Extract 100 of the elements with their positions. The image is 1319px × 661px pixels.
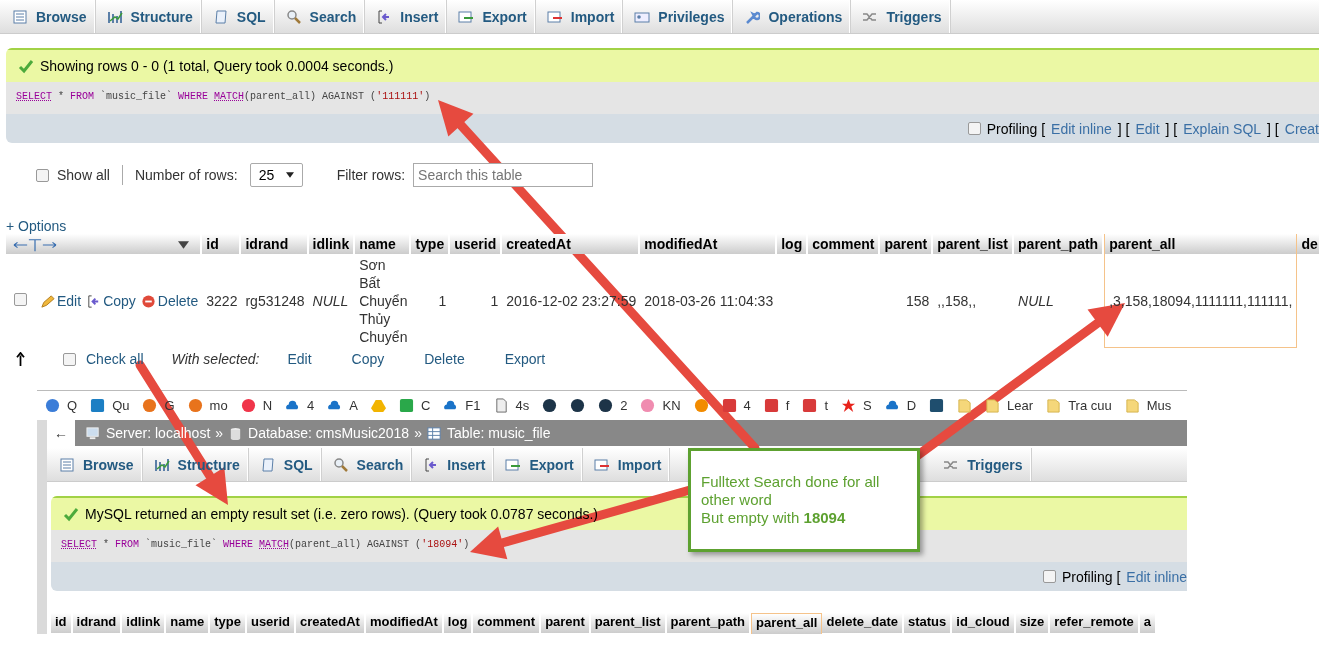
bookmark-square-icon[interactable] <box>721 398 737 413</box>
tab[interactable]: Triggers <box>931 448 1031 481</box>
column-header[interactable]: size <box>1015 613 1051 633</box>
bookmark-label[interactable]: Q <box>67 398 78 413</box>
column-header[interactable]: idlink <box>122 613 167 633</box>
tab[interactable]: Import <box>534 0 623 33</box>
bookmark-folder-icon[interactable] <box>985 398 1001 413</box>
tab[interactable]: Structure <box>94 0 201 33</box>
tab[interactable]: Insert <box>364 0 447 33</box>
toolbar-link[interactable]: Edit <box>1135 120 1160 137</box>
bookmark-label[interactable]: 4 <box>743 398 751 413</box>
column-header[interactable]: idlink <box>308 234 356 254</box>
column-header[interactable]: parent_all <box>1104 234 1298 254</box>
column-header[interactable]: createdAt <box>295 613 366 633</box>
tab[interactable]: Browse <box>0 0 95 33</box>
column-header[interactable]: id <box>51 613 73 633</box>
column-header[interactable]: delete_date <box>822 613 904 633</box>
column-header[interactable]: comment <box>473 613 542 633</box>
column-header[interactable]: comment <box>808 234 881 254</box>
tab[interactable]: Search <box>320 448 412 481</box>
bookmark-label[interactable]: C <box>420 398 431 413</box>
tab[interactable]: Export <box>446 0 535 33</box>
profiling-checkbox[interactable] <box>1042 570 1056 583</box>
check-all-checkbox[interactable] <box>63 352 76 366</box>
tab[interactable]: Triggers <box>850 0 950 33</box>
column-header[interactable]: idrand <box>241 234 309 254</box>
bulk-action-link[interactable]: Delete <box>424 350 465 368</box>
bookmark-label[interactable]: mo <box>209 398 228 413</box>
tab[interactable]: SQL <box>247 448 321 481</box>
tab[interactable]: Operations <box>732 0 851 33</box>
toolbar-link[interactable]: Creat <box>1284 120 1319 137</box>
profiling-checkbox[interactable] <box>967 122 981 135</box>
breadcrumb-link[interactable]: Database: cmsMusic2018 <box>248 425 410 441</box>
column-header[interactable]: parent_path <box>1014 234 1105 254</box>
column-header[interactable]: parent_list <box>590 613 667 633</box>
column-header[interactable]: id <box>202 234 242 254</box>
column-header[interactable]: parent <box>880 234 934 254</box>
bulk-action-link[interactable]: Edit <box>287 350 312 368</box>
bookmark-label[interactable]: KN <box>662 398 681 413</box>
column-header[interactable]: log <box>777 234 809 254</box>
column-header[interactable]: id_cloud <box>952 613 1016 633</box>
row-action-link[interactable]: Delete <box>157 292 199 309</box>
column-header[interactable]: parent_all <box>751 613 823 634</box>
column-header[interactable]: name <box>355 234 412 254</box>
bookmark-folder-icon[interactable] <box>957 398 973 413</box>
bookmark-circle-icon[interactable] <box>570 398 586 413</box>
column-header[interactable]: type <box>210 613 247 633</box>
bookmark-label[interactable]: D <box>906 398 917 413</box>
bookmark-label[interactable]: Tra cuu <box>1068 398 1112 413</box>
bookmark-circle-icon[interactable] <box>598 398 614 413</box>
bookmark-file-icon[interactable] <box>493 398 509 413</box>
bookmark-square-icon[interactable] <box>802 398 818 413</box>
row-action-link[interactable]: Edit <box>57 292 82 309</box>
sort-dropdown-icon[interactable] <box>178 241 189 250</box>
back-button[interactable]: ← <box>47 420 75 446</box>
rows-dropdown[interactable]: 25 <box>249 163 303 187</box>
filter-field[interactable]: Search this table <box>413 163 594 187</box>
bookmark-label[interactable]: Qu <box>112 398 130 413</box>
tab[interactable]: Search <box>273 0 365 33</box>
column-header[interactable]: modifiedAt <box>640 234 778 254</box>
tab[interactable]: Browse <box>47 448 142 481</box>
bookmark-label[interactable]: Lear <box>1007 398 1034 413</box>
toolbar-link[interactable]: Edit inline <box>1051 120 1112 137</box>
column-header[interactable]: de <box>1297 234 1319 254</box>
bookmark-square-icon[interactable] <box>763 398 779 413</box>
bookmark-label[interactable]: t <box>824 398 829 413</box>
toolbar-link[interactable]: Edit inline <box>1126 568 1187 585</box>
column-header[interactable]: refer_remote <box>1050 613 1140 633</box>
bookmark-label[interactable]: 4 <box>307 398 315 413</box>
column-header[interactable]: log <box>443 613 474 633</box>
tab[interactable]: Privileges <box>622 0 733 33</box>
bookmark-label[interactable]: Mus <box>1146 398 1172 413</box>
bulk-action-link[interactable]: Export <box>504 350 546 368</box>
bookmark-label[interactable]: F1 <box>465 398 481 413</box>
bookmark-label[interactable]: N <box>262 398 273 413</box>
bookmark-square-icon[interactable] <box>929 398 945 413</box>
column-header[interactable]: userid <box>246 613 296 633</box>
tab[interactable]: Import <box>581 448 670 481</box>
toolbar-link[interactable]: Explain SQL <box>1183 120 1262 137</box>
row-action-link[interactable]: Copy <box>103 292 136 309</box>
bookmark-label[interactable]: f <box>785 398 790 413</box>
bookmark-label[interactable]: 2 <box>620 398 628 413</box>
column-header[interactable]: parent_path <box>666 613 751 633</box>
column-header[interactable]: status <box>904 613 953 633</box>
bookmark-square-icon[interactable] <box>90 398 106 413</box>
bookmark-circle-icon[interactable] <box>542 398 558 413</box>
tab[interactable]: SQL <box>200 0 274 33</box>
column-header[interactable]: parent_list <box>933 234 1015 254</box>
column-header[interactable]: createdAt <box>502 234 641 254</box>
bulk-action-link[interactable]: Copy <box>351 350 385 368</box>
options-link[interactable]: + Options <box>6 218 1319 234</box>
check-all-link[interactable]: Check all <box>86 350 144 368</box>
bookmark-star-icon[interactable] <box>841 398 857 413</box>
column-header[interactable]: userid <box>450 234 503 254</box>
column-header[interactable]: modifiedAt <box>365 613 444 633</box>
breadcrumb-link[interactable]: Table: music_file <box>446 425 551 441</box>
column-header[interactable]: type <box>411 234 451 254</box>
row-checkbox[interactable] <box>14 293 27 306</box>
show-all-checkbox[interactable] <box>36 168 49 182</box>
column-header[interactable]: idrand <box>72 613 123 633</box>
